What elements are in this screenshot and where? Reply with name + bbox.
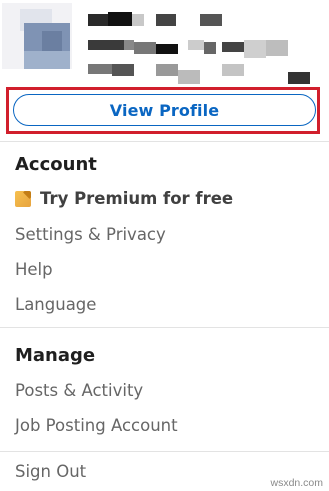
manage-section-title: Manage <box>15 345 96 366</box>
divider <box>0 141 329 142</box>
premium-icon <box>15 190 31 207</box>
help-link[interactable]: Help <box>15 260 53 279</box>
redacted-profile-info <box>88 10 313 86</box>
try-premium-link[interactable]: Try Premium for free <box>15 189 233 208</box>
settings-privacy-link[interactable]: Settings & Privacy <box>15 225 166 244</box>
account-dropdown-menu: View Profile Account Try Premium for fre… <box>0 0 329 491</box>
posts-activity-link[interactable]: Posts & Activity <box>15 381 143 400</box>
profile-header[interactable] <box>0 0 329 86</box>
divider <box>0 451 329 452</box>
view-profile-button[interactable]: View Profile <box>13 94 316 126</box>
watermark-text: wsxdn.com <box>270 477 323 489</box>
job-posting-account-link[interactable]: Job Posting Account <box>15 416 178 435</box>
divider <box>0 327 329 328</box>
sign-out-link[interactable]: Sign Out <box>15 462 86 481</box>
language-link[interactable]: Language <box>15 295 96 314</box>
try-premium-label: Try Premium for free <box>40 189 234 208</box>
account-section-title: Account <box>15 154 97 175</box>
view-profile-label: View Profile <box>109 100 220 120</box>
avatar[interactable] <box>2 3 72 69</box>
